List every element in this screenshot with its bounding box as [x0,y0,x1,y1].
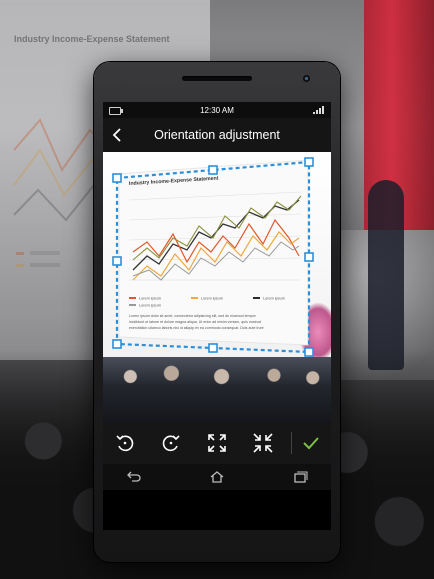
back-button[interactable] [107,124,129,146]
svg-text:Lorem ipsum: Lorem ipsum [201,297,223,301]
collapse-icon [253,433,273,453]
photo-preview: Industry Income-Expense Statement Lorem … [103,152,331,422]
battery-icon [109,107,123,115]
document-image: Industry Income-Expense Statement Lorem … [112,157,314,357]
system-nav-bar [103,464,331,490]
svg-text:Lorem ipsum: Lorem ipsum [139,297,161,301]
background-speaker [368,180,404,370]
crop-handle-top[interactable] [208,165,218,175]
crop-handle-top-right[interactable] [304,157,314,167]
page-title: Orientation adjustment [154,128,280,142]
confirm-check-icon [303,437,319,450]
expand-icon [208,434,226,452]
crop-handle-bottom[interactable] [208,343,218,353]
app-bar: Orientation adjustment [103,118,331,152]
chevron-left-icon [112,128,121,142]
expand-button[interactable] [205,431,229,455]
home-nav-icon [210,471,224,483]
collapse-button[interactable] [251,431,275,455]
svg-text:Lorem ipsum dolor sit amet, co: Lorem ipsum dolor sit amet, consectetur … [129,314,257,318]
crop-handle-left[interactable] [112,256,122,266]
phone-device: 12:30 AM Orientation adjustment Industry… [94,62,340,562]
edit-toolbar [103,422,331,464]
toolbar-divider [291,432,292,454]
crop-handle-right[interactable] [304,252,314,262]
rotate-left-button[interactable] [113,431,137,455]
crop-handle-bottom-left[interactable] [112,339,122,349]
earpiece-speaker [182,76,252,81]
recent-apps-icon [294,471,308,483]
back-nav-icon [127,471,141,482]
document-caption: Lorem ipsum dolor sit amet, consectetur … [129,314,264,330]
rotate-left-icon [116,435,134,452]
nav-recent-button[interactable] [291,469,309,485]
confirm-button[interactable] [299,431,323,455]
svg-text:exercitation ullamco laboris n: exercitation ullamco laboris nisi ut ali… [129,326,264,330]
signal-icon [313,106,325,114]
nav-back-button[interactable] [125,469,143,485]
svg-text:Lorem ipsum: Lorem ipsum [263,297,285,301]
status-time: 12:30 AM [200,105,234,115]
nav-home-button[interactable] [208,469,226,485]
status-bar: 12:30 AM [103,102,331,118]
phone-screen: 12:30 AM Orientation adjustment Industry… [103,102,331,530]
rotate-right-button[interactable] [159,431,183,455]
svg-text:incididunt ut labore et dolore: incididunt ut labore et dolore magna ali… [129,320,261,324]
svg-text:Lorem ipsum: Lorem ipsum [139,304,161,308]
front-camera [303,75,310,82]
crop-handle-bottom-right[interactable] [304,347,314,357]
crop-handle-top-left[interactable] [112,173,122,183]
rotate-right-icon [162,435,180,452]
